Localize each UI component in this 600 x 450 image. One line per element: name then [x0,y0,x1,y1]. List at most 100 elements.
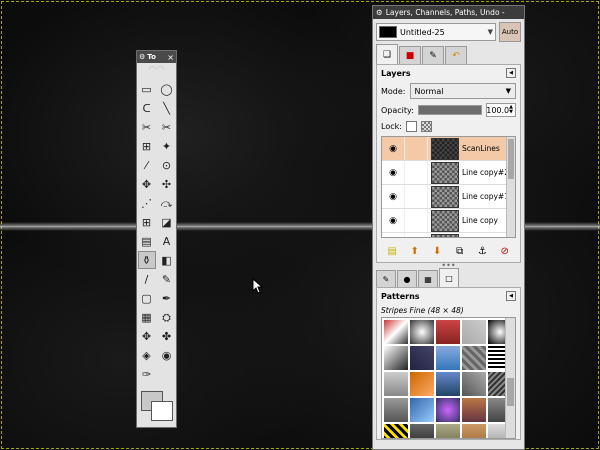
pattern-swatch[interactable] [384,424,408,438]
tool-button-11[interactable]: ✥ [139,176,155,192]
tool-button-5[interactable]: ✂ [139,119,155,135]
tool-button-20[interactable]: ◧ [159,252,175,268]
layers-scrollbar[interactable] [506,137,515,237]
pattern-swatch[interactable] [410,346,434,370]
chain-toggle[interactable] [404,209,428,232]
tab-undo[interactable]: ↶ [445,46,467,64]
tool-button-29[interactable]: ◈ [139,347,155,363]
tool-button-10[interactable]: ⊙ [159,157,175,173]
pattern-swatch[interactable] [462,398,486,422]
pattern-swatch[interactable] [436,372,460,396]
tool-button-31[interactable]: ✑ [139,366,155,382]
pattern-swatch[interactable] [410,398,434,422]
tool-button-19[interactable]: ⚱ [137,251,156,269]
tool-button-7[interactable]: ⊞ [139,138,155,154]
menu-icon[interactable]: ⚙ [139,53,145,61]
tool-button-2[interactable]: ◯ [159,81,175,97]
pattern-swatch[interactable] [436,424,460,438]
tool-button-9[interactable]: ⁄ [139,157,155,173]
tool-button-15[interactable]: ⊞ [139,214,155,230]
lower-layer-icon[interactable]: ⬇ [430,244,444,258]
layer-thumbnail [431,137,459,160]
tool-button-6[interactable]: ✂ [159,119,175,135]
visibility-eye-icon[interactable]: ◉ [382,144,404,154]
pattern-swatch[interactable] [436,320,460,344]
pattern-swatch[interactable] [462,424,486,438]
chain-toggle[interactable] [404,161,428,184]
tool-button-16[interactable]: ◪ [159,214,175,230]
spin-arrows-icon[interactable]: ▲ ▼ [509,105,513,115]
new-layer-icon[interactable]: ▤ [385,244,399,258]
mode-select[interactable]: Normal ▼ [409,83,516,99]
pattern-swatch[interactable] [436,398,460,422]
scrollbar-thumb[interactable] [508,139,514,179]
opacity-slider[interactable] [417,105,482,115]
menu-icon[interactable]: ⚙ [376,8,383,17]
scrollbar-thumb[interactable] [507,378,514,406]
opacity-spinbox[interactable]: 100.0 ▲ ▼ [486,103,516,117]
chain-toggle[interactable] [404,137,428,160]
tool-button-22[interactable]: ✎ [159,271,175,287]
chain-toggle[interactable] [404,185,428,208]
tool-button-17[interactable]: ▤ [139,233,155,249]
dock-titlebar[interactable]: ⚙ Layers, Channels, Paths, Undo - [373,6,524,19]
pattern-swatch[interactable] [410,424,434,438]
duplicate-layer-icon[interactable]: ⧉ [453,244,467,258]
pattern-swatch[interactable] [384,320,408,344]
layer-row[interactable]: ◉ Line copy#2 [382,161,515,185]
patterns-scrollbar[interactable] [505,318,515,438]
pattern-swatch[interactable] [384,346,408,370]
tool-button-3[interactable]: ᑕ [139,100,155,116]
tool-button-4[interactable]: ╲ [159,100,175,116]
layer-row[interactable]: ◉ Line copy [382,209,515,233]
tool-button-18[interactable]: A [159,233,175,249]
layer-row[interactable]: ◉ ScanLines [382,137,515,161]
visibility-eye-icon[interactable]: ◉ [382,192,404,202]
close-icon[interactable]: × [167,53,174,62]
panel-menu-icon[interactable]: ◀ [506,68,516,78]
tab-channels[interactable]: ■ [399,46,421,64]
visibility-eye-icon[interactable]: ◉ [382,168,404,178]
delete-layer-icon[interactable]: ⊘ [498,244,512,258]
tool-button-14[interactable]: ⤼ [159,195,175,211]
tool-button-30[interactable]: ◉ [159,347,175,363]
lock-alpha-checkbox[interactable] [420,121,432,132]
anchor-layer-icon[interactable]: ⚓ [475,244,489,258]
visibility-eye-icon[interactable]: ◉ [382,216,404,226]
pattern-swatch[interactable] [384,398,408,422]
layer-row[interactable]: ◉Line [382,233,515,237]
pattern-swatch[interactable] [462,346,486,370]
tab-layers[interactable]: ❏ [376,44,398,64]
tool-button-8[interactable]: ✦ [159,138,175,154]
toolbox-titlebar[interactable]: ⚙ To × [137,51,176,63]
raise-layer-icon[interactable]: ⬆ [408,244,422,258]
tool-button-27[interactable]: ✥ [139,328,155,344]
tab-patterns[interactable]: ▦ [418,270,438,287]
tool-button-12[interactable]: ✣ [159,176,175,192]
pattern-swatch[interactable] [436,346,460,370]
tab-gradients[interactable]: □ [439,268,459,287]
image-selector[interactable]: Untitled-25 ▼ [376,23,496,41]
pattern-swatch[interactable] [462,372,486,396]
auto-button[interactable]: Auto [499,22,521,42]
tool-button-1[interactable]: ▭ [139,81,155,97]
tool-button-13[interactable]: ⋰ [139,195,155,211]
tool-button-26[interactable]: ⛭ [159,309,175,325]
layer-row[interactable]: ◉ Line copy#1 [382,185,515,209]
pattern-swatch[interactable] [410,372,434,396]
pattern-swatch[interactable] [462,320,486,344]
tab-brushes[interactable]: ✎ [376,270,396,287]
background-color[interactable] [151,401,173,421]
tool-button-24[interactable]: ✒ [159,290,175,306]
tool-button-21[interactable]: / [139,271,155,287]
tool-button-28[interactable]: ✤ [159,328,175,344]
panel-menu-icon[interactable]: ◀ [506,291,516,301]
chain-toggle[interactable] [404,233,428,237]
pattern-swatch[interactable] [384,372,408,396]
lock-pixels-checkbox[interactable] [405,121,417,132]
tab-brush-shape[interactable]: ● [397,270,417,287]
pattern-swatch[interactable] [410,320,434,344]
tab-paths[interactable]: ✎ [422,46,444,64]
tool-button-23[interactable]: ▢ [139,290,155,306]
tool-button-25[interactable]: ▦ [139,309,155,325]
